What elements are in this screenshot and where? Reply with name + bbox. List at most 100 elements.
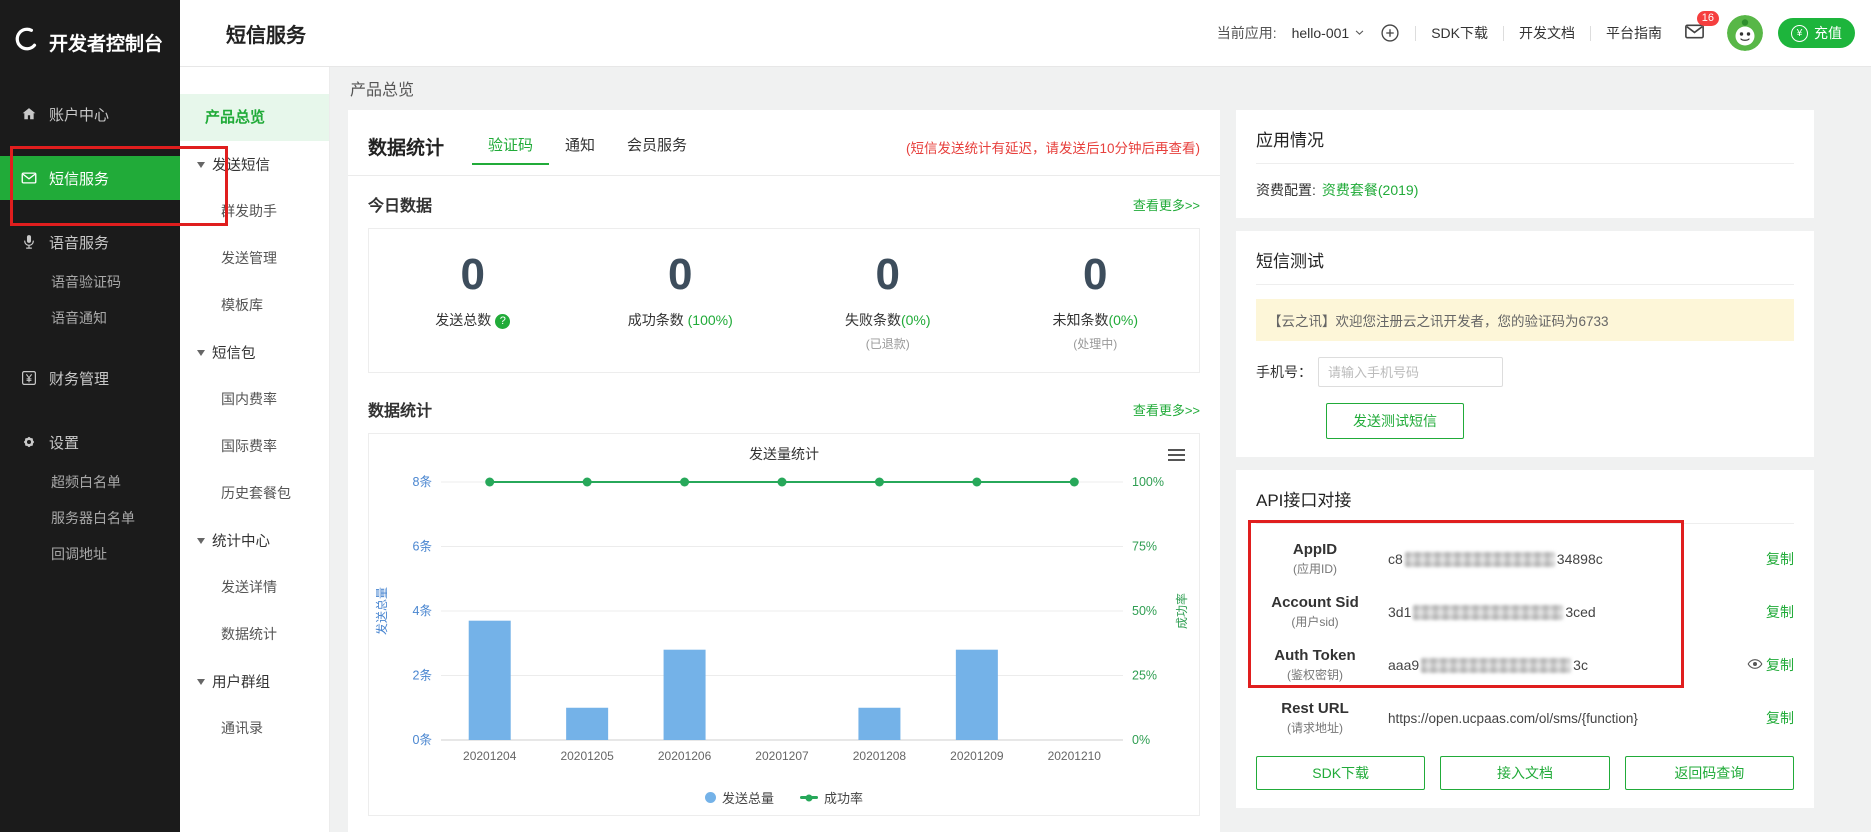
chart-menu-icon[interactable]: [1168, 446, 1185, 464]
secondary-sidebar: 产品总览 发送短信 群发助手 发送管理 模板库 短信包 国内费率 国际费率 历史套餐包 统计中心发…: [180, 66, 330, 832]
submenu-item-send-details[interactable]: 发送详情: [180, 564, 329, 611]
chart-more-link[interactable]: 查看更多>>: [1133, 400, 1200, 419]
api-label: Rest URL (请求地址): [1256, 700, 1374, 736]
submenu-group-sms-package[interactable]: 短信包: [180, 329, 329, 376]
sidebar-subitem-callback-url[interactable]: 回调地址: [0, 536, 180, 572]
current-app-selector[interactable]: hello-001: [1292, 25, 1366, 41]
topbar-link-1[interactable]: 开发文档: [1519, 23, 1575, 43]
submenu-item-history-packages[interactable]: 历史套餐包: [180, 470, 329, 517]
copy-button-1[interactable]: 复制: [1766, 602, 1794, 622]
caret-down-icon: [197, 161, 205, 168]
recharge-button[interactable]: 充值: [1778, 18, 1855, 48]
page-title: 短信服务: [226, 24, 306, 47]
legend-item-0[interactable]: 发送总量: [704, 788, 774, 807]
app-status-card: 应用情况 资费配置: 资费套餐(2019): [1236, 110, 1814, 218]
tab-1[interactable]: 通知: [549, 128, 611, 165]
tab-0[interactable]: 验证码: [472, 128, 550, 165]
separator: [1503, 25, 1504, 41]
sidebar-item-account-center[interactable]: 账户中心: [0, 92, 180, 136]
topbar-link-0[interactable]: SDK下载: [1431, 23, 1488, 43]
send-test-sms-button[interactable]: 发送测试短信: [1326, 403, 1464, 439]
phone-row: 手机号：: [1256, 357, 1794, 387]
sidebar-item-sms-service[interactable]: 短信服务: [0, 156, 180, 200]
right-column: 应用情况 资费配置: 资费套餐(2019) 短信测试 【云之讯】欢迎您注册云之讯…: [1236, 110, 1814, 808]
submenu-item-send-management[interactable]: 发送管理: [180, 235, 329, 282]
sidebar-subitem-freq-whitelist[interactable]: 超频白名单: [0, 464, 180, 500]
messages-button[interactable]: 16: [1683, 11, 1719, 46]
api-button-2[interactable]: 返回码查询: [1624, 756, 1794, 790]
phone-label: 手机号：: [1256, 364, 1312, 380]
stat-subnote: (处理中): [1073, 337, 1118, 351]
api-key-name: Account Sid: [1271, 594, 1359, 611]
mail-icon: [20, 169, 38, 187]
legend-label: 成功率: [824, 791, 864, 806]
delay-notice: (短信发送统计有延迟，请发送后10分钟后再查看): [905, 140, 1200, 156]
legend-label: 发送总量: [721, 791, 774, 806]
copy-label: 复制: [1766, 657, 1794, 673]
help-icon[interactable]: [495, 314, 511, 329]
sidebar-item-label: 财务管理: [49, 370, 110, 388]
fee-package-link[interactable]: 资费套餐(2019): [1322, 180, 1418, 200]
svg-text:20201207: 20201207: [755, 749, 809, 763]
copy-button-2[interactable]: 复制: [1747, 655, 1794, 675]
submenu-item-bulk-assistant[interactable]: 群发助手: [180, 188, 329, 235]
svg-text:25%: 25%: [1132, 669, 1157, 683]
copy-button-0[interactable]: 复制: [1766, 549, 1794, 569]
submenu-item-international-rates[interactable]: 国际费率: [180, 423, 329, 470]
sidebar-subitem-server-whitelist[interactable]: 服务器白名单: [0, 500, 180, 536]
sidebar-subitem-voice-notify[interactable]: 语音通知: [0, 300, 180, 336]
copy-button-3[interactable]: 复制: [1766, 708, 1794, 728]
today-stats: 0发送总数0成功条数 (100%)0失败条数(0%)(已退款)0未知条数(0%)…: [368, 228, 1200, 373]
api-button-1[interactable]: 接入文档: [1440, 756, 1610, 790]
submenu-group-stats-center[interactable]: 统计中心: [180, 517, 329, 564]
phone-input[interactable]: [1318, 357, 1503, 387]
api-card-title: API接口对接: [1256, 486, 1794, 524]
sidebar-subitem-voice-captcha[interactable]: 语音验证码: [0, 264, 180, 300]
eye-icon[interactable]: [1747, 656, 1763, 675]
sidebar-item-settings[interactable]: 设置: [0, 420, 180, 464]
tab-2[interactable]: 会员服务: [611, 128, 703, 165]
chart-card: 发送量统计 0条 0% 2条 25% 4条 50% 6条 75% 8条 100% 发送总量 成功率 20…: [368, 433, 1200, 816]
submenu-group-send-sms[interactable]: 发送短信: [180, 141, 329, 188]
svg-text:0条: 0条: [413, 733, 433, 747]
caret-down-icon: [197, 537, 205, 544]
api-label: Account Sid (用户sid): [1256, 594, 1374, 630]
submenu-item-data-stats[interactable]: 数据统计: [180, 611, 329, 658]
sidebar-item-finance[interactable]: 财务管理: [0, 356, 180, 400]
svg-text:100%: 100%: [1132, 475, 1164, 489]
today-more-link[interactable]: 查看更多>>: [1133, 195, 1200, 214]
topbar-link-2[interactable]: 平台指南: [1606, 23, 1662, 43]
api-button-0[interactable]: SDK下载: [1256, 756, 1426, 790]
current-app-value: hello-001: [1291, 25, 1350, 41]
stat-label: 失败条数: [844, 312, 901, 328]
legend-item-1[interactable]: 成功率: [800, 788, 863, 807]
api-row-1: Account Sid (用户sid) 3d1 3ced 复制: [1256, 594, 1794, 630]
logo-icon: [14, 26, 40, 58]
submenu-item-contacts[interactable]: 通讯录: [180, 705, 329, 752]
api-key-subname: (请求地址): [1287, 721, 1343, 735]
masked-value: [1413, 604, 1564, 620]
svg-text:发送总量: 发送总量: [374, 587, 389, 635]
add-app-icon[interactable]: [1380, 23, 1400, 43]
topbar: 短信服务 当前应用: hello-001 SDK下载 开发文档 平台指南 16: [180, 0, 1871, 67]
stat-value: 0: [1083, 250, 1108, 299]
today-section-head: 今日数据 查看更多>>: [368, 192, 1200, 216]
svg-text:0%: 0%: [1132, 733, 1150, 747]
app-logo[interactable]: 开发者控制台: [0, 0, 180, 84]
submenu-item-domestic-rates[interactable]: 国内费率: [180, 376, 329, 423]
chevron-down-icon: [1354, 25, 1365, 41]
svg-text:20201204: 20201204: [463, 749, 517, 763]
stat-2: 0 失败条数(0%) (已退款): [784, 253, 992, 352]
svg-text:50%: 50%: [1132, 604, 1157, 618]
primary-sidebar-menu: 账户中心短信服务语音服务 语音验证码 语音通知财务管理设置 超频白名单 服务器白名单 回调…: [0, 84, 180, 572]
svg-text:75%: 75%: [1132, 540, 1157, 554]
topbar-links: SDK下载 开发文档 平台指南: [1415, 23, 1662, 43]
submenu-item-product-overview[interactable]: 产品总览: [180, 94, 329, 141]
avatar[interactable]: [1727, 15, 1763, 51]
api-card: API接口对接 AppID (应用ID) c8 34898c 复制 Account Sid…: [1236, 470, 1814, 808]
sidebar-item-voice-service[interactable]: 语音服务: [0, 220, 180, 264]
sms-test-card: 短信测试 【云之讯】欢迎您注册云之讯开发者，您的验证码为6733 手机号： 发送…: [1236, 231, 1814, 457]
copy-label: 复制: [1766, 551, 1794, 567]
submenu-group-user-groups[interactable]: 用户群组: [180, 658, 329, 705]
submenu-item-template-library[interactable]: 模板库: [180, 282, 329, 329]
